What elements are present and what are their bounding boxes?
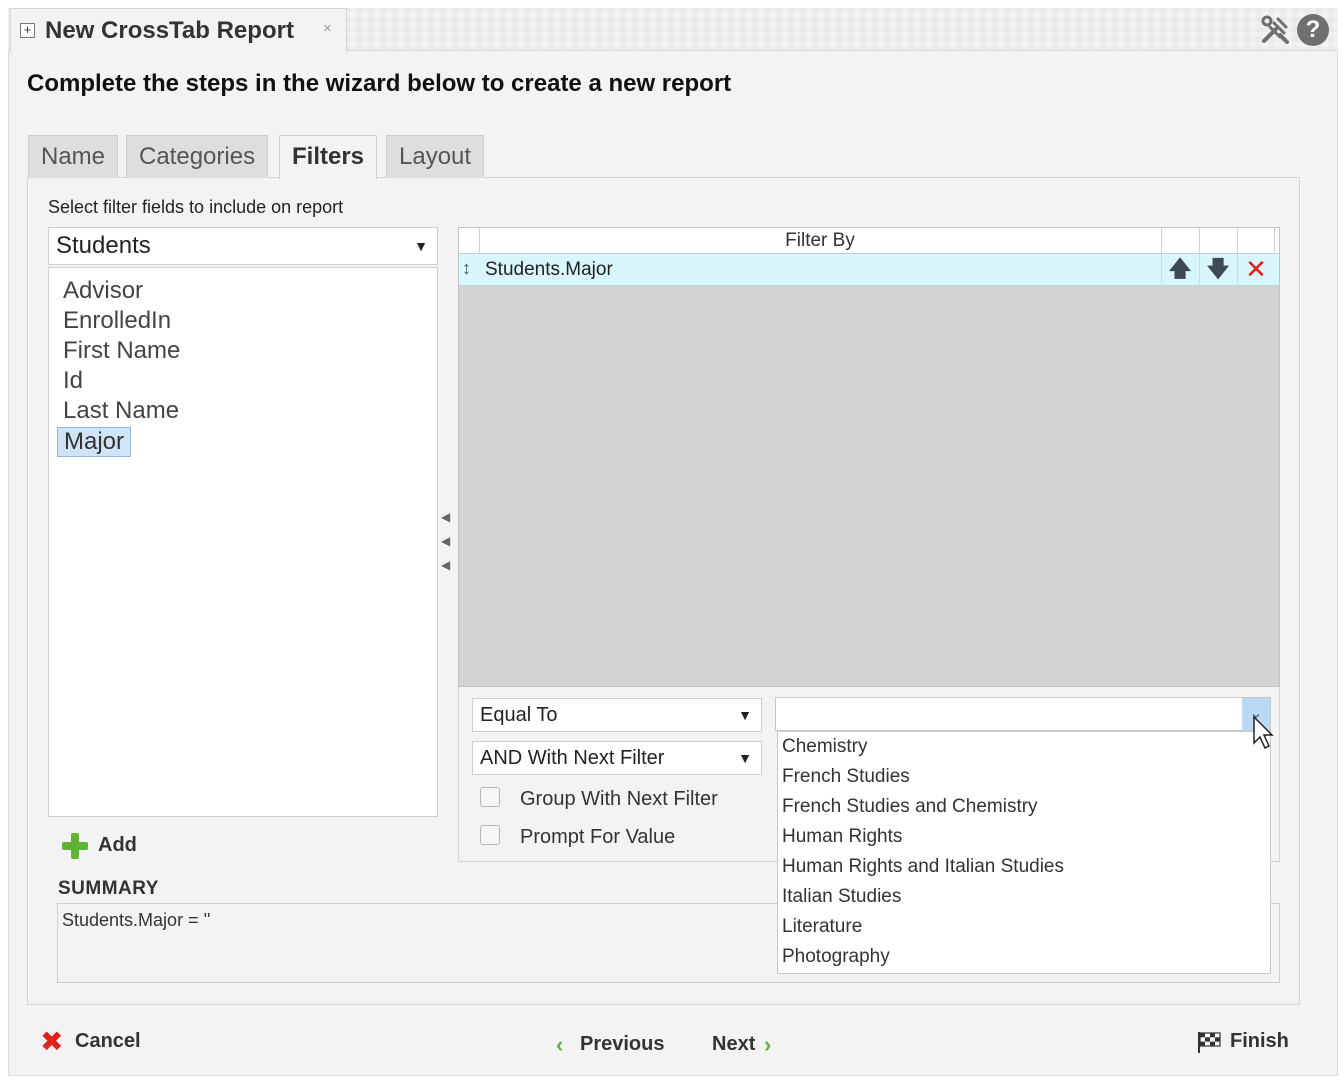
move-up-icon[interactable]: 🡅 <box>1161 254 1198 286</box>
chevron-right-icon: › <box>764 1032 772 1057</box>
operator-select[interactable]: Equal To ▼ <box>472 698 762 732</box>
green-plus-icon <box>62 833 88 859</box>
finish-label: Finish <box>1230 1030 1289 1052</box>
chevron-down-icon: ▼ <box>738 750 752 766</box>
dropdown-option[interactable]: Chemistry <box>782 736 868 758</box>
document-tab-title[interactable]: New CrossTab Report <box>45 17 294 45</box>
filter-fields-label: Select filter fields to include on repor… <box>48 197 344 217</box>
next-label: Next <box>712 1033 756 1055</box>
cancel-x-icon: ✖ <box>40 1026 64 1057</box>
filter-grid: Filter By ↕ Students.Major 🡅 🡇 ✕ <box>458 227 1280 687</box>
mouse-cursor-icon <box>1253 715 1274 750</box>
filter-row[interactable]: ↕ Students.Major 🡅 🡇 ✕ <box>459 254 1279 286</box>
dropdown-option[interactable]: French Studies <box>782 766 910 788</box>
tab-name[interactable]: Name <box>28 135 119 178</box>
field-list[interactable]: Advisor EnrolledIn First Name Id Last Na… <box>48 267 438 817</box>
operator-select-value: Equal To <box>480 704 558 726</box>
cancel-label: Cancel <box>75 1030 141 1052</box>
conjunction-select[interactable]: AND With Next Filter ▼ <box>472 741 762 775</box>
summary-text: Students.Major = '' <box>62 910 211 930</box>
delete-filter-icon[interactable]: ✕ <box>1237 254 1274 286</box>
add-filter-label: Add <box>98 834 137 856</box>
group-with-next-label[interactable]: Group With Next Filter <box>520 788 718 811</box>
field-item-first-name[interactable]: First Name <box>57 337 186 367</box>
chevron-left-icon: ‹ <box>556 1032 564 1057</box>
previous-label: Previous <box>580 1033 665 1055</box>
drag-handle-icon[interactable]: ↕ <box>462 258 471 279</box>
collapse-arrow-icon[interactable]: ◀ <box>441 533 453 549</box>
summary-label: SUMMARY <box>58 878 159 899</box>
close-tab-icon[interactable]: × <box>323 20 332 37</box>
wizard-heading: Complete the steps in the wizard below t… <box>27 70 732 97</box>
document-tab[interactable]: + New CrossTab Report × <box>10 8 347 54</box>
tools-icon[interactable] <box>1259 14 1291 46</box>
table-select-value: Students <box>56 232 151 259</box>
filter-by-header: Filter By <box>785 230 855 251</box>
field-item-last-name[interactable]: Last Name <box>57 397 185 427</box>
collapse-arrow-icon[interactable]: ◀ <box>441 557 453 573</box>
chevron-down-icon: ▼ <box>738 707 752 723</box>
field-item-major[interactable]: Major <box>57 427 132 457</box>
filter-row-field: Students.Major <box>485 259 613 280</box>
conjunction-select-value: AND With Next Filter <box>480 747 665 769</box>
group-with-next-checkbox[interactable] <box>480 787 500 807</box>
filter-value-combobox[interactable]: ⌄ <box>775 697 1271 731</box>
help-icon[interactable]: ? <box>1297 14 1329 46</box>
collapse-arrow-icon[interactable]: ◀ <box>441 509 453 525</box>
dropdown-option[interactable]: Human Rights <box>782 826 902 848</box>
move-down-icon[interactable]: 🡇 <box>1199 254 1236 286</box>
field-item-id[interactable]: Id <box>57 367 89 397</box>
field-item-advisor[interactable]: Advisor <box>57 277 149 307</box>
table-select[interactable]: Students ▼ <box>48 227 438 265</box>
chevron-down-icon: ▼ <box>414 238 428 254</box>
value-dropdown-list[interactable]: Chemistry French Studies French Studies … <box>777 731 1271 974</box>
tab-layout[interactable]: Layout <box>386 135 485 178</box>
tab-filters[interactable]: Filters <box>279 135 378 179</box>
prompt-for-value-checkbox[interactable] <box>480 825 500 845</box>
tab-categories[interactable]: Categories <box>126 135 269 178</box>
dropdown-option[interactable]: French Studies and Chemistry <box>782 796 1038 818</box>
dropdown-option[interactable]: Human Rights and Italian Studies <box>782 856 1064 878</box>
expand-plus-icon[interactable]: + <box>20 23 35 38</box>
dropdown-option[interactable]: Photography <box>782 946 890 968</box>
field-item-enrolledin[interactable]: EnrolledIn <box>57 307 177 337</box>
filter-grid-header: Filter By <box>459 228 1279 254</box>
dropdown-option[interactable]: Italian Studies <box>782 886 901 908</box>
checkered-flag-icon <box>1198 1032 1221 1053</box>
dropdown-option[interactable]: Literature <box>782 916 862 938</box>
prompt-for-value-label[interactable]: Prompt For Value <box>520 826 675 849</box>
